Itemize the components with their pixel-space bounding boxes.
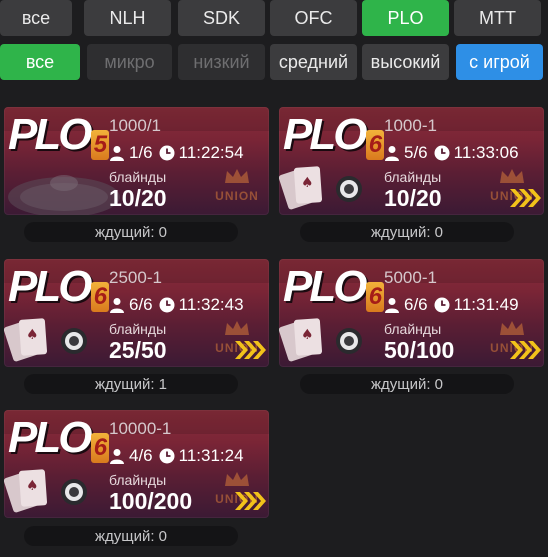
user-icon xyxy=(384,297,400,313)
poker-chip-icon xyxy=(61,479,87,505)
poker-chip-icon xyxy=(61,328,87,354)
plo-logo: PLO 6 xyxy=(8,262,110,312)
clock-icon xyxy=(159,448,175,464)
chevron-right-icon xyxy=(233,490,267,512)
blinds-label: блайнды xyxy=(109,321,167,337)
svg-text:♠: ♠ xyxy=(26,327,39,343)
tab-all-games[interactable]: все xyxy=(0,0,72,36)
table-card[interactable]: PLO 5 1000/1 1/6 11:22:54 блайнды 10/20 … xyxy=(4,107,269,215)
filter-low[interactable]: низкий xyxy=(178,44,265,80)
table-buyin: 10000-1 xyxy=(109,419,172,438)
blinds-value: 10/20 xyxy=(109,185,167,211)
clock-icon xyxy=(159,297,175,313)
svg-text:♠: ♠ xyxy=(301,327,314,343)
clock-icon xyxy=(434,297,450,313)
table-time: 11:31:49 xyxy=(453,295,519,314)
table-buyin: 2500-1 xyxy=(109,268,162,287)
crown-icon xyxy=(223,167,251,190)
blinds-label: блайнды xyxy=(384,321,442,337)
clock-icon xyxy=(434,145,450,161)
filter-high[interactable]: высокий xyxy=(362,44,449,80)
player-count: 6/6 xyxy=(129,295,153,314)
blinds-value: 50/100 xyxy=(384,337,455,363)
table-time: 11:33:06 xyxy=(453,143,519,162)
waiting-count: ждущий: 0 xyxy=(24,526,238,546)
waiting-count: ждущий: 0 xyxy=(300,222,514,242)
plo-logo: PLO 6 xyxy=(283,262,385,312)
user-icon xyxy=(109,297,125,313)
table-card[interactable]: ♠ PLO 6 10000-1 4/6 11:31:24 блайнды 100… xyxy=(4,410,269,518)
tab-sdk[interactable]: SDK xyxy=(178,0,265,36)
player-count: 6/6 xyxy=(404,295,428,314)
table-buyin: 5000-1 xyxy=(384,268,437,287)
user-icon xyxy=(109,145,125,161)
waiting-count: ждущий: 1 xyxy=(24,374,238,394)
waiting-count: ждущий: 0 xyxy=(24,222,238,242)
table-card[interactable]: ♠ PLO 6 2500-1 6/6 11:32:43 блайнды 25/5… xyxy=(4,259,269,367)
table-card[interactable]: ♠ PLO 6 1000-1 5/6 11:33:06 блайнды 10/2… xyxy=(279,107,544,215)
user-icon xyxy=(384,145,400,161)
table-buyin: 1000/1 xyxy=(109,116,161,135)
plo-logo: PLO 6 xyxy=(8,413,110,463)
svg-text:♠: ♠ xyxy=(301,175,314,191)
filter-medium[interactable]: средний xyxy=(270,44,357,80)
blinds-value: 25/50 xyxy=(109,337,167,363)
chevron-right-icon xyxy=(233,339,267,361)
blinds-label: блайнды xyxy=(109,472,167,488)
clock-icon xyxy=(159,145,175,161)
blinds-label: блайнды xyxy=(384,169,442,185)
table-time: 11:22:54 xyxy=(178,143,244,162)
playing-cards-icon: ♠ xyxy=(279,318,323,362)
blinds-value: 100/200 xyxy=(109,488,193,514)
filter-with-play[interactable]: с игрой xyxy=(456,44,543,80)
table-time: 11:32:43 xyxy=(178,295,244,314)
filter-all-stakes[interactable]: все xyxy=(0,44,80,80)
waiting-count: ждущий: 0 xyxy=(300,374,514,394)
union-badge: UNION xyxy=(211,165,263,205)
poker-chip-icon xyxy=(336,176,362,202)
blinds-label: блайнды xyxy=(109,169,167,185)
plo-logo: PLO 6 xyxy=(283,110,385,160)
player-count: 5/6 xyxy=(404,143,428,162)
user-icon xyxy=(109,448,125,464)
tab-nlh[interactable]: NLH xyxy=(84,0,171,36)
playing-cards-icon: ♠ xyxy=(4,318,48,362)
plo-logo: PLO 5 xyxy=(8,110,110,160)
blinds-value: 10/20 xyxy=(384,185,442,211)
chevron-right-icon xyxy=(508,339,542,361)
poker-chip-icon xyxy=(336,328,362,354)
table-time: 11:31:24 xyxy=(178,446,244,465)
playing-cards-icon: ♠ xyxy=(4,469,48,513)
playing-cards-icon: ♠ xyxy=(279,166,323,210)
table-buyin: 1000-1 xyxy=(384,116,437,135)
tab-ofc[interactable]: OFC xyxy=(270,0,357,36)
table-card[interactable]: ♠ PLO 6 5000-1 6/6 11:31:49 блайнды 50/1… xyxy=(279,259,544,367)
tab-mtt[interactable]: MTT xyxy=(454,0,541,36)
filter-micro[interactable]: микро xyxy=(87,44,172,80)
svg-text:♠: ♠ xyxy=(26,478,39,494)
tab-plo[interactable]: PLO xyxy=(362,0,449,36)
player-count: 4/6 xyxy=(129,446,153,465)
player-count: 1/6 xyxy=(129,143,153,162)
chevron-right-icon xyxy=(508,187,542,209)
